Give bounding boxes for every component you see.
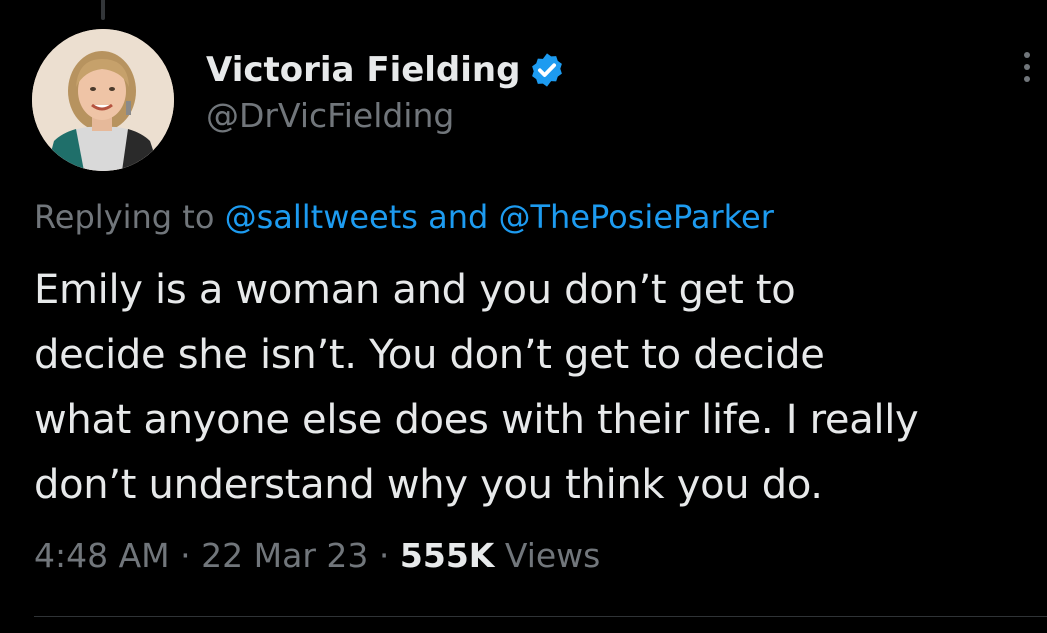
meta-separator: ·: [180, 536, 191, 575]
tweet-text-line: what anyone else does with their life. I…: [34, 397, 919, 443]
meta-separator: ·: [378, 536, 390, 575]
mention-link-theposieparker[interactable]: @ThePosieParker: [499, 198, 774, 236]
replying-to-joiner: and: [428, 198, 489, 236]
mention-link-salltweets[interactable]: @salltweets: [225, 198, 418, 236]
tweet-text-line: decide she isn’t. You don’t get to decid…: [34, 332, 825, 378]
replying-to-label: Replying to: [34, 198, 215, 236]
author-name-row[interactable]: Victoria Fielding: [206, 44, 566, 96]
tweet-time[interactable]: 4:48 AM: [34, 536, 170, 575]
views-count[interactable]: 555K: [400, 536, 494, 575]
divider: [34, 616, 1047, 617]
tweet-metadata: 4:48 AM · 22 Mar 23 · 555K Views: [34, 536, 600, 575]
tweet-text-line: don’t understand why you think you do.: [34, 462, 823, 508]
tweet-body: Emily is a woman and you don’t get to de…: [34, 258, 1044, 518]
author-handle[interactable]: @DrVicFielding: [206, 96, 454, 135]
avatar[interactable]: [32, 29, 174, 171]
replying-to-context: Replying to @salltweets and @ThePosiePar…: [34, 198, 774, 236]
tweet-text-line: Emily is a woman and you don’t get to: [34, 267, 796, 313]
verified-badge-icon[interactable]: [528, 51, 566, 89]
views-label[interactable]: Views: [505, 536, 601, 575]
thread-connector-line: [101, 0, 105, 20]
tweet-date[interactable]: 22 Mar 23: [201, 536, 368, 575]
more-options-icon[interactable]: [1021, 52, 1033, 92]
author-display-name[interactable]: Victoria Fielding: [206, 50, 520, 90]
